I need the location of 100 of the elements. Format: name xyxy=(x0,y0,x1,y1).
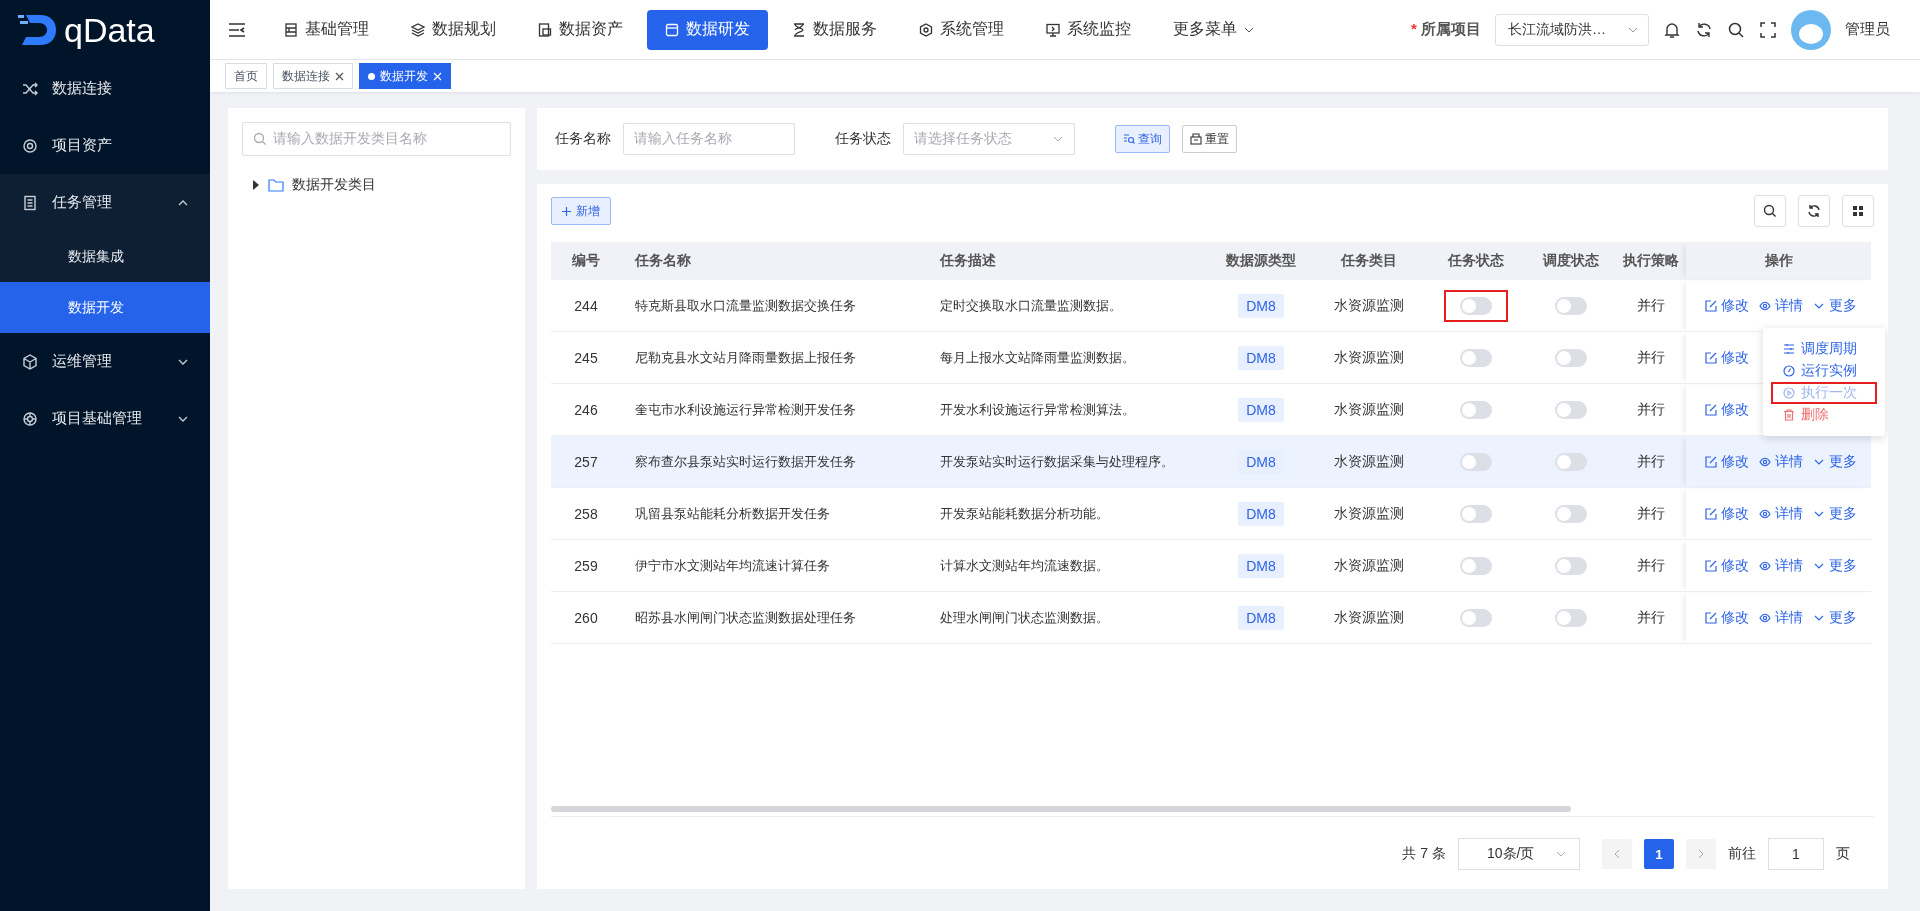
table-cell: 并行 xyxy=(1616,383,1686,436)
nav-tab[interactable]: 更多菜单 xyxy=(1155,9,1272,50)
prev-page-button[interactable] xyxy=(1602,839,1632,869)
table-cell: 水资源监测 xyxy=(1311,539,1426,592)
task-status-switch[interactable] xyxy=(1460,296,1492,315)
column-header: 执行策略 xyxy=(1616,242,1686,280)
page-button[interactable]: 1 xyxy=(1644,839,1674,869)
project-select[interactable]: 长江流域防洪… xyxy=(1495,13,1649,46)
page-tab[interactable]: 数据开发 xyxy=(359,63,451,89)
filter-label: 任务名称 xyxy=(555,130,611,148)
reset-button[interactable]: 重置 xyxy=(1182,125,1237,153)
action-link[interactable]: 修改 xyxy=(1705,296,1749,315)
menu-item[interactable]: 删除 xyxy=(1771,404,1877,426)
task-status-switch[interactable] xyxy=(1460,348,1492,367)
action-link[interactable]: 修改 xyxy=(1705,608,1749,627)
goto-page-field[interactable]: 1 xyxy=(1768,838,1824,870)
page-tab[interactable]: 数据连接 xyxy=(273,63,353,89)
edit-icon xyxy=(1705,455,1717,468)
next-page-button[interactable] xyxy=(1686,839,1716,869)
task-status-switch[interactable] xyxy=(1460,556,1492,575)
close-icon[interactable] xyxy=(335,71,344,81)
nav-tab[interactable]: 系统管理 xyxy=(901,9,1022,50)
filter-label: 任务状态 xyxy=(835,130,891,148)
columns-button[interactable] xyxy=(1842,195,1874,227)
query-button[interactable]: 查询 xyxy=(1115,125,1170,153)
nav-tab[interactable]: 基础管理 xyxy=(266,9,387,50)
schedule-status-switch[interactable] xyxy=(1555,556,1587,575)
search-icon xyxy=(253,132,267,146)
action-link[interactable]: 修改 xyxy=(1705,348,1749,367)
lifebuoy-icon xyxy=(22,410,38,427)
action-link[interactable]: 详情 xyxy=(1759,296,1803,315)
action-link[interactable]: 更多 xyxy=(1813,504,1857,523)
column-header: 任务类目 xyxy=(1311,242,1426,280)
trash-icon xyxy=(1783,409,1795,421)
sidebar-item[interactable]: 数据连接 xyxy=(0,60,210,117)
user-name[interactable]: 管理员 xyxy=(1845,20,1890,39)
scrollbar-thumb[interactable] xyxy=(551,806,1571,812)
avatar[interactable] xyxy=(1791,9,1831,50)
schedule-status-switch[interactable] xyxy=(1555,348,1587,367)
task-status-switch[interactable] xyxy=(1460,452,1492,471)
page-tab[interactable]: 首页 xyxy=(225,63,267,89)
sidebar-subitem[interactable]: 数据开发 xyxy=(0,282,210,333)
action-link[interactable]: 修改 xyxy=(1705,556,1749,575)
schedule-status-switch[interactable] xyxy=(1555,400,1587,419)
page-size-select[interactable]: 10条/页 xyxy=(1458,838,1580,870)
eye-icon xyxy=(1759,455,1771,468)
refresh-button[interactable] xyxy=(1798,195,1830,227)
tree-node[interactable]: 数据开发类目 xyxy=(252,176,511,194)
edit-icon xyxy=(1705,611,1717,624)
action-link[interactable]: 修改 xyxy=(1705,452,1749,471)
nav-tab[interactable]: 数据规划 xyxy=(393,9,514,50)
action-link[interactable]: 更多 xyxy=(1813,296,1857,315)
eye-icon xyxy=(1759,507,1771,520)
nav-tab[interactable]: 系统监控 xyxy=(1028,9,1149,50)
action-link[interactable]: 修改 xyxy=(1705,504,1749,523)
action-link[interactable]: 修改 xyxy=(1705,400,1749,419)
action-link[interactable]: 更多 xyxy=(1813,608,1857,627)
source-tag: DM8 xyxy=(1238,345,1284,370)
action-link[interactable]: 更多 xyxy=(1813,452,1857,471)
column-header: 数据源类型 xyxy=(1211,242,1311,280)
nav-tab[interactable]: 数据资产 xyxy=(520,9,641,50)
sidebar-item[interactable]: 项目基础管理 xyxy=(0,390,210,447)
add-button[interactable]: 新增 xyxy=(551,197,611,225)
edit-icon xyxy=(1705,299,1717,312)
sidebar-item[interactable]: 项目资产 xyxy=(0,117,210,174)
search-icon[interactable] xyxy=(1727,20,1745,39)
action-link[interactable]: 详情 xyxy=(1759,452,1803,471)
search-button[interactable] xyxy=(1754,195,1786,227)
action-link[interactable]: 详情 xyxy=(1759,504,1803,523)
action-link[interactable]: 详情 xyxy=(1759,608,1803,627)
table-cell: 245 xyxy=(551,331,621,384)
menu-item[interactable]: 运行实例 xyxy=(1771,360,1877,382)
action-link[interactable]: 详情 xyxy=(1759,556,1803,575)
refresh-icon[interactable] xyxy=(1695,20,1713,39)
sidebar-item[interactable]: 任务管理 xyxy=(0,174,210,231)
nav-tab[interactable]: 数据服务 xyxy=(774,9,895,50)
sidebar-item[interactable]: 运维管理 xyxy=(0,333,210,390)
menu-icon[interactable] xyxy=(228,21,246,38)
sliders-icon xyxy=(1783,343,1795,355)
task-status-switch[interactable] xyxy=(1460,400,1492,419)
column-header: 任务名称 xyxy=(621,242,926,280)
bell-icon[interactable] xyxy=(1663,20,1681,39)
table-cell: 257 xyxy=(551,435,621,488)
target-icon xyxy=(22,137,38,154)
eye-icon xyxy=(1759,611,1771,624)
sidebar-subitem[interactable]: 数据集成 xyxy=(0,231,210,282)
table-cell: 伊宁市水文测站年均流速计算任务 xyxy=(621,539,926,592)
schedule-status-switch[interactable] xyxy=(1555,452,1587,471)
nav-tab[interactable]: 数据研发 xyxy=(647,9,768,50)
table-cell: 并行 xyxy=(1616,539,1686,592)
task-status-switch[interactable] xyxy=(1460,504,1492,523)
schedule-status-switch[interactable] xyxy=(1555,296,1587,315)
task-status-switch[interactable] xyxy=(1460,608,1492,627)
fullscreen-icon[interactable] xyxy=(1759,20,1777,39)
table-cell: 开发泵站能耗数据分析功能。 xyxy=(926,487,1211,540)
schedule-status-switch[interactable] xyxy=(1555,608,1587,627)
hexagon-icon xyxy=(919,22,933,37)
schedule-status-switch[interactable] xyxy=(1555,504,1587,523)
menu-item[interactable]: 调度周期 xyxy=(1771,338,1877,360)
action-link[interactable]: 更多 xyxy=(1813,556,1857,575)
